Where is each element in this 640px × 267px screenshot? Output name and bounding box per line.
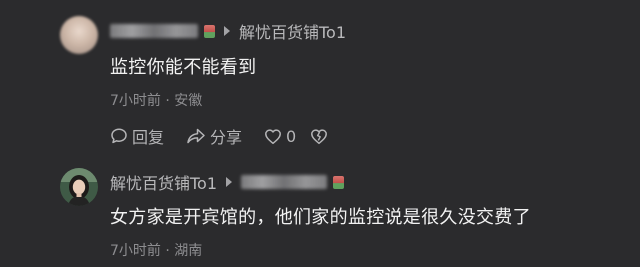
comment-location: 安徽 — [174, 93, 203, 109]
separator-dot: · — [165, 93, 170, 109]
like-count: 0 — [286, 126, 297, 146]
author-avatar[interactable] — [60, 168, 98, 206]
heart-icon — [265, 128, 281, 144]
comment-1-header: 解忧百货铺To1 — [110, 20, 346, 42]
reply-icon — [111, 128, 127, 144]
comment-location: 湖南 — [174, 243, 203, 259]
author-photo — [60, 168, 98, 206]
comment-2-header: 解忧百货铺To1 — [110, 170, 345, 194]
comment-subline: 7小时前 · 湖南 — [110, 240, 202, 260]
commenter-avatar[interactable] — [60, 16, 98, 54]
comment-text: 女方家是开宾馆的，他们家的监控说是很久没交费了 — [110, 207, 531, 228]
comment-text: 监控你能不能看到 — [110, 57, 257, 78]
separator-dot: · — [165, 243, 170, 259]
comment-time: 7小时前 — [110, 243, 161, 259]
reply-label: 回复 — [132, 128, 165, 147]
author-name[interactable]: 解忧百货铺To1 — [110, 170, 217, 194]
reply-button[interactable]: 回复 — [110, 124, 164, 148]
reply-arrow-icon — [226, 177, 233, 187]
like-button[interactable]: 0 — [264, 127, 296, 146]
badge-icon — [333, 175, 345, 189]
share-icon — [187, 128, 205, 144]
comment-subline: 7小时前 · 安徽 — [110, 90, 202, 110]
comment-actions: 回复 分享 0 — [110, 124, 354, 148]
share-label: 分享 — [210, 128, 243, 147]
broken-heart-icon — [311, 128, 328, 144]
comment-time: 7小时前 — [110, 93, 161, 109]
reply-arrow-icon — [224, 26, 230, 36]
dislike-button[interactable] — [310, 128, 332, 145]
reply-to-name[interactable]: 解忧百货铺To1 — [239, 19, 346, 43]
commenter-name-blurred[interactable] — [110, 24, 198, 38]
share-button[interactable]: 分享 — [186, 124, 242, 148]
reply-to-name-blurred[interactable] — [241, 175, 328, 189]
badge-icon — [204, 24, 215, 38]
